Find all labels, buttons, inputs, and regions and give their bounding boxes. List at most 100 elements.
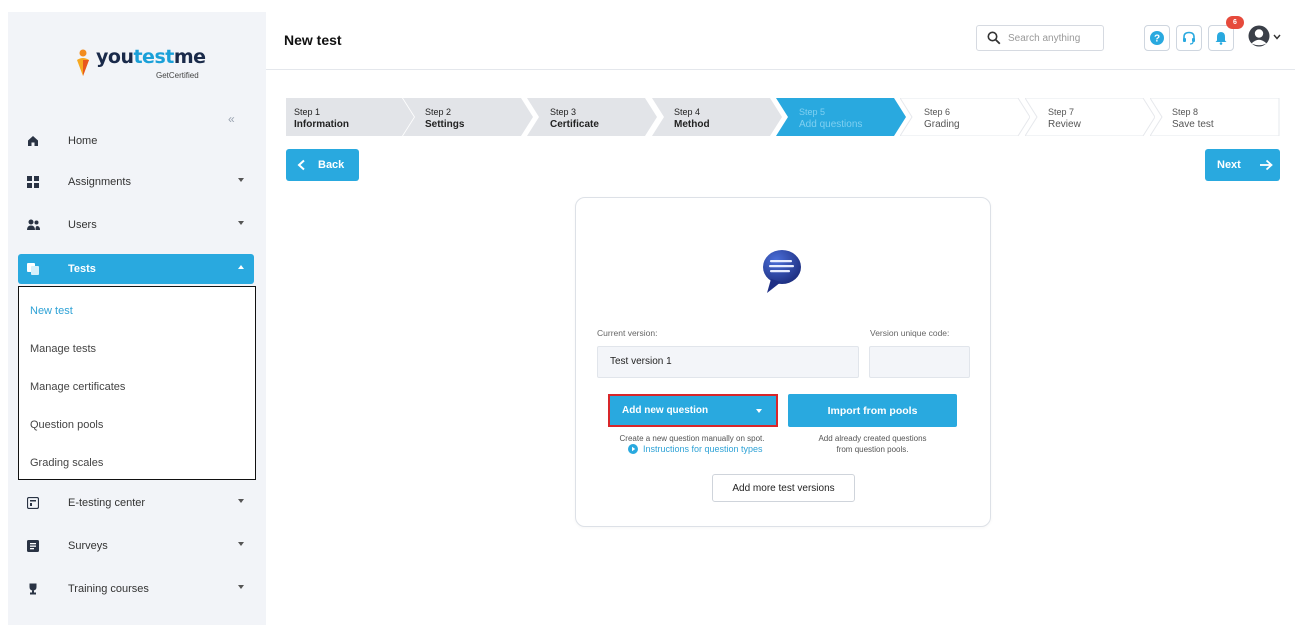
add-new-question-label: Add new question: [622, 405, 709, 416]
search-icon: [987, 31, 1001, 45]
sidebar-item-surveys[interactable]: Surveys: [18, 531, 254, 561]
submenu-item-question-pools[interactable]: Question pools: [30, 419, 103, 431]
step-number: Step 7: [1048, 107, 1075, 117]
add-question-hint: Create a new question manually on spot.: [619, 434, 765, 443]
sidebar-item-e-testing-center[interactable]: E-testing center: [18, 488, 254, 518]
back-button[interactable]: Back: [286, 149, 359, 181]
step-name: Information: [294, 119, 349, 130]
add-more-versions-button[interactable]: Add more test versions: [712, 474, 855, 502]
sidebar-item-label: Tests: [68, 263, 96, 275]
step-number: Step 2: [425, 107, 452, 117]
sidebar-item-home[interactable]: Home: [18, 126, 254, 156]
play-icon: [628, 444, 638, 454]
step-save-test[interactable]: Step 8 Save test: [1150, 98, 1280, 136]
unique-code-label: Version unique code:: [870, 328, 950, 338]
step-number: Step 3: [550, 107, 577, 117]
logo-icon: [77, 49, 89, 76]
notifications-button[interactable]: [1208, 25, 1234, 51]
avatar[interactable]: [1248, 25, 1270, 47]
step-method[interactable]: Step 4 Method: [652, 98, 782, 136]
chevron-down-icon: [238, 221, 244, 225]
logo-text: youtestme: [96, 46, 206, 68]
logo[interactable]: youtestme GetCertified: [66, 42, 216, 84]
import-from-pools-button[interactable]: Import from pools: [788, 394, 957, 427]
sidebar-item-label: Assignments: [68, 176, 131, 188]
submenu-item-new-test[interactable]: New test: [30, 305, 73, 317]
sidebar-item-users[interactable]: Users: [18, 210, 254, 240]
page-title: New test: [284, 32, 342, 48]
next-label: Next: [1217, 159, 1241, 171]
sidebar-item-label: Users: [68, 219, 97, 231]
import-hint-line-1: Add already created questions: [818, 434, 927, 443]
chevron-down-icon: [238, 585, 244, 589]
question-icon: ?: [1150, 31, 1164, 45]
sidebar-item-assignments[interactable]: Assignments: [18, 167, 254, 197]
step-review[interactable]: Step 7 Review: [1025, 98, 1155, 136]
surveys-icon: [26, 539, 40, 553]
step-add-questions[interactable]: Step 5 Add questions: [776, 98, 906, 136]
support-button[interactable]: [1176, 25, 1202, 51]
step-grading[interactable]: Step 6 Grading: [900, 98, 1030, 136]
sidebar-item-training-courses[interactable]: Training courses: [18, 574, 254, 604]
stepper: Step 1 Information Step 2 Settings Step …: [286, 98, 1280, 136]
chevron-left-icon: [297, 159, 305, 171]
step-settings[interactable]: Step 2 Settings: [403, 98, 533, 136]
tests-submenu: New test Manage tests Manage certificate…: [18, 286, 256, 480]
chevron-down-icon: [756, 409, 762, 413]
step-name: Save test: [1172, 119, 1214, 130]
svg-text:?: ?: [1154, 34, 1160, 45]
sidebar-item-label: Surveys: [68, 540, 108, 552]
current-version-input[interactable]: Test version 1: [597, 346, 859, 378]
next-button[interactable]: Next: [1205, 149, 1280, 181]
arrow-right-icon: [1259, 159, 1273, 171]
unique-code-input[interactable]: [869, 346, 970, 378]
trophy-icon: [26, 582, 40, 596]
sidebar-item-label: Home: [68, 135, 98, 147]
step-certificate[interactable]: Step 3 Certificate: [527, 98, 657, 136]
sidebar-item-label: E-testing center: [68, 497, 146, 509]
test-version-card: Current version: Version unique code: Te…: [575, 197, 991, 527]
current-version-label: Current version:: [597, 328, 658, 338]
search-placeholder: Search anything: [1008, 32, 1081, 44]
assignments-icon: [26, 175, 40, 189]
step-number: Step 1: [294, 107, 321, 117]
chevron-down-icon: [238, 499, 244, 503]
chat-bubble-icon: [763, 250, 801, 293]
step-name: Method: [674, 119, 710, 130]
add-new-question-button[interactable]: Add new question: [608, 394, 778, 427]
submenu-item-grading-scales[interactable]: Grading scales: [30, 457, 103, 469]
submenu-item-manage-tests[interactable]: Manage tests: [30, 343, 96, 355]
bell-icon: [1215, 32, 1227, 45]
users-icon: [26, 218, 40, 232]
step-number: Step 4: [674, 107, 701, 117]
step-number: Step 5: [799, 107, 826, 117]
step-number: Step 6: [924, 107, 951, 117]
home-icon: [26, 134, 40, 148]
back-label: Back: [318, 159, 345, 171]
sidebar-item-tests[interactable]: Tests: [18, 254, 254, 284]
instructions-link-label: Instructions for question types: [643, 444, 763, 454]
top-header: New test Search anything ? 6: [266, 0, 1295, 70]
tests-icon: [26, 262, 40, 276]
step-name: Review: [1048, 119, 1081, 130]
import-hint-line-2: from question pools.: [836, 445, 909, 454]
notification-badge: 6: [1226, 16, 1244, 29]
headset-icon: [1183, 31, 1195, 45]
e-testing-icon: [26, 496, 40, 510]
step-name: Certificate: [550, 119, 599, 130]
step-name: Grading: [924, 119, 960, 130]
chevron-down-icon: [238, 542, 244, 546]
help-button[interactable]: ?: [1144, 25, 1170, 51]
chevron-up-icon: [238, 265, 244, 269]
submenu-item-manage-certificates[interactable]: Manage certificates: [30, 381, 125, 393]
step-number: Step 8: [1172, 107, 1199, 117]
chevron-down-icon[interactable]: [1273, 34, 1281, 40]
chevron-down-icon: [238, 178, 244, 182]
collapse-sidebar-icon[interactable]: «: [228, 112, 235, 126]
instructions-link[interactable]: Instructions for question types: [628, 444, 763, 454]
step-information[interactable]: Step 1 Information: [286, 98, 414, 136]
step-name: Settings: [425, 119, 465, 130]
search-input[interactable]: Search anything: [976, 25, 1104, 51]
logo-subtitle: GetCertified: [156, 71, 199, 80]
step-name: Add questions: [799, 119, 863, 130]
